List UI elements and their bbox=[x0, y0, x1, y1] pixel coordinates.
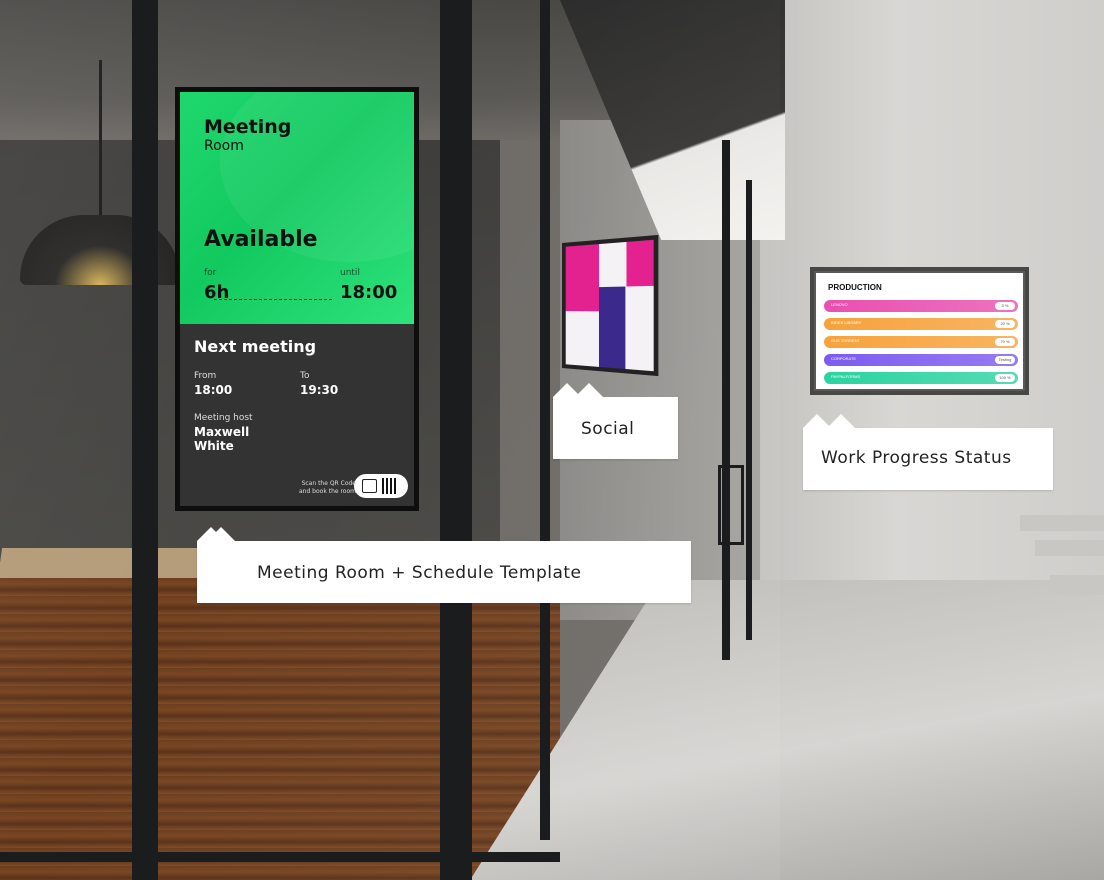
to-value: 19:30 bbox=[300, 383, 339, 397]
glass-frame-post bbox=[440, 0, 472, 880]
glass-frame-post bbox=[132, 0, 158, 880]
callout-pointer bbox=[575, 383, 603, 397]
production-title: PRODUCTION bbox=[828, 283, 882, 292]
production-row-label: CORPORATE bbox=[831, 356, 857, 361]
qr-code-icon bbox=[382, 478, 398, 494]
until-label: until bbox=[340, 268, 360, 278]
production-row-value: 5 % bbox=[995, 302, 1015, 310]
production-row-value: Testing bbox=[995, 356, 1015, 364]
social-display bbox=[562, 234, 659, 377]
production-row: CORPORATE Testing bbox=[824, 354, 1018, 366]
glass-frame-post bbox=[722, 140, 730, 660]
callout-pointer bbox=[827, 414, 855, 428]
qr-hint-line1: Scan the QR Code bbox=[301, 480, 356, 487]
production-row: PAYPALFORMS 100 % bbox=[824, 372, 1018, 384]
production-row-value: 100 % bbox=[995, 374, 1015, 382]
work-progress-callout-label: Work Progress Status bbox=[821, 448, 1012, 468]
production-row-label: PAYPALFORMS bbox=[831, 374, 861, 379]
door-handle bbox=[718, 465, 744, 545]
glass-frame-base bbox=[0, 852, 560, 862]
host-label: Meeting host bbox=[194, 413, 253, 423]
production-row: INDEX LIBRARY 20 % bbox=[824, 318, 1018, 330]
host-last-name: White bbox=[194, 439, 234, 453]
social-post-image bbox=[627, 239, 654, 287]
production-row-label: LENOVO bbox=[831, 302, 848, 307]
glass-frame-post bbox=[540, 0, 550, 840]
production-row: GUS TORRENT 70 % bbox=[824, 336, 1018, 348]
bench bbox=[1035, 540, 1104, 556]
production-row-value: 20 % bbox=[995, 320, 1015, 328]
meeting-callout-label: Meeting Room + Schedule Template bbox=[257, 563, 582, 583]
production-panel: PRODUCTION LENOVO 5 % INDEX LIBRARY 20 % GUS… bbox=[816, 273, 1023, 389]
social-callout-label: Social bbox=[581, 419, 635, 439]
bench bbox=[1020, 515, 1104, 531]
host-first-name: Maxwell bbox=[194, 425, 250, 439]
callout-pointer bbox=[207, 527, 235, 541]
glass-frame-post bbox=[746, 180, 752, 640]
production-row-label: GUS TORRENT bbox=[831, 338, 860, 343]
qr-booking-button[interactable] bbox=[354, 474, 408, 498]
from-value: 18:00 bbox=[194, 383, 233, 397]
dotted-divider bbox=[214, 299, 332, 300]
office-scene: Meeting Room Available for 6h until 18:0… bbox=[0, 0, 1104, 880]
meeting-callout: Meeting Room + Schedule Template bbox=[197, 527, 691, 603]
social-content bbox=[565, 239, 654, 372]
production-row-label: INDEX LIBRARY bbox=[831, 320, 862, 325]
from-label: From bbox=[194, 371, 217, 381]
next-meeting-heading: Next meeting bbox=[194, 337, 317, 356]
production-display: PRODUCTION LENOVO 5 % INDEX LIBRARY 20 % GUS… bbox=[810, 267, 1029, 395]
social-callout: Social bbox=[553, 383, 678, 459]
availability-status: Available bbox=[204, 227, 318, 252]
production-row-value: 70 % bbox=[995, 338, 1015, 346]
social-post-image bbox=[565, 244, 599, 312]
room-subtitle: Room bbox=[204, 138, 244, 154]
meeting-room-display: Meeting Room Available for 6h until 18:0… bbox=[175, 87, 419, 511]
for-label: for bbox=[204, 268, 217, 278]
bench bbox=[1050, 575, 1104, 595]
qr-hint-line2: and book the room bbox=[298, 488, 356, 495]
production-row: LENOVO 5 % bbox=[824, 300, 1018, 312]
room-title: Meeting bbox=[204, 116, 292, 138]
work-progress-callout: Work Progress Status bbox=[803, 414, 1053, 490]
to-label: To bbox=[300, 371, 310, 381]
social-post-image bbox=[598, 286, 626, 369]
calendar-icon bbox=[362, 479, 377, 493]
until-value: 18:00 bbox=[340, 282, 398, 303]
